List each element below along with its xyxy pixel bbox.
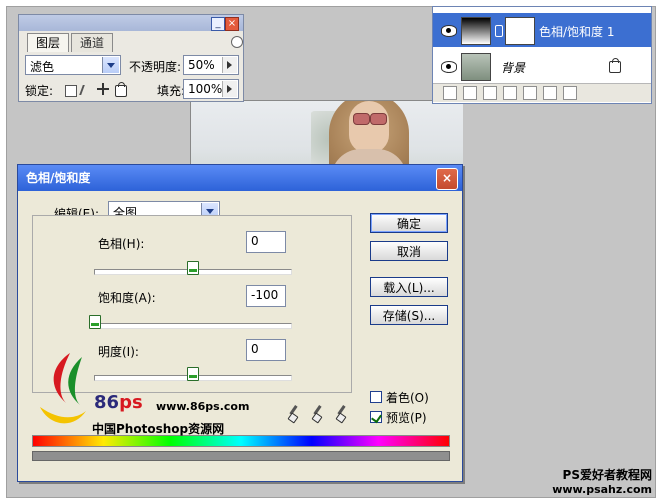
eyedropper-subtract-icon[interactable] bbox=[336, 405, 346, 421]
colorize-checkbox[interactable] bbox=[370, 391, 382, 403]
background-thumbnail bbox=[461, 53, 491, 81]
saturation-slider-thumb[interactable] bbox=[89, 315, 101, 329]
hue-input[interactable]: 0 bbox=[246, 231, 286, 253]
lightness-label: 明度(I): bbox=[98, 345, 139, 359]
photo-face bbox=[349, 101, 389, 153]
layer-row-background[interactable]: 背景 bbox=[433, 49, 651, 83]
ok-button[interactable]: 确定 bbox=[370, 213, 448, 233]
adjustment-thumbnail-icon bbox=[461, 17, 491, 45]
lock-move-icon[interactable] bbox=[97, 83, 109, 95]
eye-icon[interactable] bbox=[441, 25, 457, 37]
lightness-slider-thumb[interactable] bbox=[187, 367, 199, 381]
blend-mode-value: 滤色 bbox=[30, 60, 55, 74]
tab-layers[interactable]: 图层 bbox=[27, 33, 70, 52]
cancel-button[interactable]: 取消 bbox=[370, 241, 448, 261]
layers-panel-titlebar bbox=[19, 15, 243, 31]
dialog-title: 色相/饱和度 bbox=[26, 171, 91, 185]
logo-yellow-swoosh bbox=[40, 407, 86, 424]
eyedropper-icon[interactable] bbox=[288, 405, 298, 421]
trash-icon[interactable] bbox=[563, 86, 577, 100]
saturation-slider-track[interactable] bbox=[94, 323, 292, 329]
chevron-down-icon[interactable] bbox=[102, 57, 119, 73]
saturation-label: 饱和度(A): bbox=[98, 291, 156, 305]
layer-mask-thumbnail[interactable] bbox=[505, 17, 535, 45]
link-layers-icon[interactable] bbox=[443, 86, 457, 100]
fill-value: 100% bbox=[188, 82, 223, 96]
sunglasses-left bbox=[353, 113, 370, 125]
layer-style-icon[interactable] bbox=[463, 86, 477, 100]
logo-svg bbox=[40, 353, 86, 424]
logo-brand-number: 86 bbox=[94, 392, 120, 413]
load-button-label: 载入(L)... bbox=[383, 281, 435, 295]
save-button-label: 存储(S)... bbox=[382, 309, 436, 323]
opacity-value: 50% bbox=[188, 58, 215, 72]
lock-fill-row: 锁定: 填充: 100% bbox=[25, 79, 239, 101]
preview-label: 预览(P) bbox=[386, 411, 427, 425]
logo-red-swoosh bbox=[53, 353, 70, 403]
hue-saturation-dialog: 色相/饱和度 × 编辑(E): 全图 色相(H): 0 饱和度(A): -100… bbox=[17, 164, 463, 482]
photoshop-window: _ × 图层 通道 滤色 不透明度: 50% 锁定: 填充: 100% 色相/饱… bbox=[0, 0, 660, 500]
watermark: PS爱好者教程网 www.psahz.com bbox=[552, 466, 652, 496]
sunglasses-right bbox=[370, 113, 387, 125]
blend-mode-select[interactable]: 滤色 bbox=[25, 55, 121, 75]
eyedropper-add-icon[interactable] bbox=[312, 405, 322, 421]
layer-row-hue-saturation[interactable]: 色相/饱和度 1 bbox=[433, 13, 651, 47]
lock-move-icon-h bbox=[97, 88, 109, 90]
opacity-label: 不透明度: bbox=[129, 60, 182, 74]
fill-input[interactable]: 100% bbox=[183, 79, 239, 99]
logo-brand: 86ps bbox=[94, 392, 143, 413]
lock-all-icon[interactable] bbox=[115, 82, 127, 97]
logo-graphic bbox=[30, 347, 92, 432]
logo-brand-letters: ps bbox=[119, 392, 143, 413]
tab-channels-label: 通道 bbox=[80, 36, 105, 50]
logo-green-swoosh bbox=[68, 357, 82, 405]
lock-transparency-icon[interactable] bbox=[65, 85, 77, 97]
hue-slider-thumb[interactable] bbox=[187, 261, 199, 275]
load-button[interactable]: 载入(L)... bbox=[370, 277, 448, 297]
lightness-value: 0 bbox=[251, 342, 259, 356]
blend-opacity-row: 滤色 不透明度: 50% bbox=[25, 55, 239, 77]
link-icon bbox=[495, 25, 503, 37]
close-icon[interactable]: × bbox=[436, 168, 458, 190]
add-mask-icon[interactable] bbox=[483, 86, 497, 100]
saturation-input[interactable]: -100 bbox=[246, 285, 286, 307]
panel-menu-icon[interactable] bbox=[231, 36, 243, 48]
layers-panel: 色相/饱和度 1 背景 bbox=[432, 6, 652, 104]
spectrum-result-bar bbox=[32, 451, 450, 461]
layer-name: 背景 bbox=[501, 61, 526, 75]
fill-label: 填充: bbox=[157, 84, 186, 98]
preview-checkbox[interactable] bbox=[370, 411, 382, 423]
eye-icon[interactable] bbox=[441, 61, 457, 73]
fill-stepper-arrow-icon[interactable] bbox=[222, 81, 237, 97]
logo-caption: 中国Photoshop资源网 bbox=[92, 422, 225, 436]
ok-button-label: 确定 bbox=[396, 217, 421, 231]
opacity-input[interactable]: 50% bbox=[183, 55, 239, 75]
save-button[interactable]: 存储(S)... bbox=[370, 305, 448, 325]
tab-channels[interactable]: 通道 bbox=[71, 33, 114, 52]
cancel-button-label: 取消 bbox=[396, 245, 421, 259]
logo-url: www.86ps.com bbox=[156, 400, 250, 413]
close-icon[interactable]: × bbox=[225, 17, 239, 31]
lightness-input[interactable]: 0 bbox=[246, 339, 286, 361]
group-icon[interactable] bbox=[523, 86, 537, 100]
lock-icon bbox=[609, 58, 621, 73]
hue-value: 0 bbox=[251, 234, 259, 248]
hue-label: 色相(H): bbox=[98, 237, 145, 251]
layers-toolbar bbox=[433, 83, 651, 102]
layers-panel-mini: _ × 图层 通道 滤色 不透明度: 50% 锁定: 填充: 100% bbox=[18, 14, 244, 102]
minimize-icon[interactable]: _ bbox=[211, 17, 225, 31]
new-layer-icon[interactable] bbox=[543, 86, 557, 100]
lock-brush-icon[interactable] bbox=[79, 85, 95, 95]
adjustment-layer-icon[interactable] bbox=[503, 86, 517, 100]
dialog-titlebar: 色相/饱和度 × bbox=[18, 165, 462, 191]
colorize-label: 着色(O) bbox=[386, 391, 429, 405]
lock-label: 锁定: bbox=[25, 84, 54, 98]
layer-name: 色相/饱和度 1 bbox=[539, 25, 615, 39]
opacity-stepper-arrow-icon[interactable] bbox=[222, 57, 237, 73]
saturation-value: -100 bbox=[251, 288, 279, 302]
watermark-line-1: PS爱好者教程网 bbox=[562, 468, 652, 482]
watermark-line-2: www.psahz.com bbox=[552, 483, 652, 496]
tab-layers-label: 图层 bbox=[36, 36, 61, 50]
